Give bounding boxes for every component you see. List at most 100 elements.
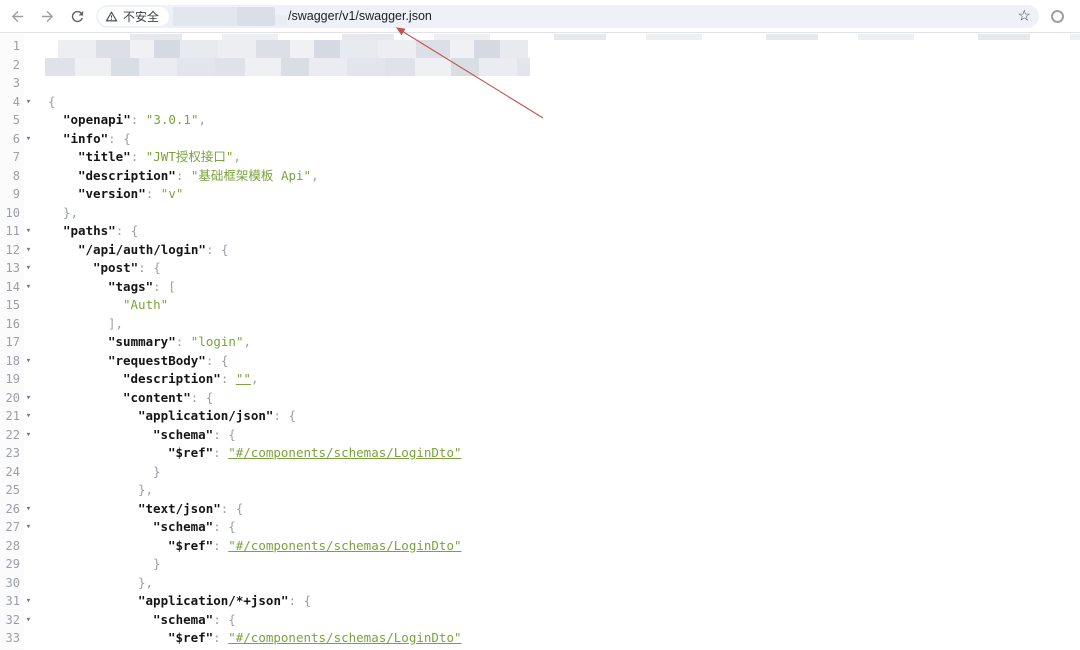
json-punct: : { <box>288 593 312 608</box>
json-line: 6 ▾ "info": { <box>0 130 1080 149</box>
collapse-arrow-icon[interactable]: ▾ <box>20 241 37 260</box>
code-text: "version": "v" <box>37 185 1080 204</box>
security-label: 不安全 <box>123 9 160 24</box>
json-punct: , <box>311 167 319 183</box>
json-punct: : <box>213 445 229 460</box>
json-key: "application/*+json" <box>138 593 289 608</box>
json-line: 11 ▾ "paths": { <box>0 222 1080 241</box>
collapse-arrow-icon[interactable]: ▾ <box>20 93 37 112</box>
json-line: 28 "$ref": "#/components/schemas/LoginDto… <box>0 537 1080 556</box>
gutter-spacer <box>20 74 37 93</box>
json-key: "content" <box>123 389 191 405</box>
json-link[interactable]: "#/components/schemas/LoginDto" <box>228 445 461 460</box>
line-number: 23 <box>5 446 20 460</box>
code-text: "$ref": "#/components/schemas/LoginDto" <box>37 629 1080 648</box>
code-text: { <box>37 93 1080 112</box>
line-number: 12 <box>5 242 20 257</box>
json-line: 27 ▾ "schema": { <box>0 518 1080 537</box>
json-punct: : { <box>108 130 131 146</box>
json-key: "openapi" <box>63 112 131 127</box>
forward-button[interactable] <box>34 3 60 29</box>
json-link[interactable]: "#/components/schemas/LoginDto" <box>228 538 461 553</box>
code-text: "content": { <box>37 389 1080 408</box>
json-key: "$ref" <box>168 630 214 645</box>
collapse-arrow-icon[interactable]: ▾ <box>20 426 37 445</box>
collapse-arrow-icon[interactable]: ▾ <box>20 518 37 537</box>
gutter-spacer <box>20 537 37 556</box>
json-punct: , <box>243 334 252 349</box>
json-line: 24} <box>0 463 1080 482</box>
json-string: "JWT授权接口" <box>145 149 234 164</box>
collapse-arrow-icon[interactable]: ▾ <box>20 611 37 630</box>
code-text: "/api/auth/login": { <box>37 241 1080 260</box>
warning-triangle-icon <box>105 10 118 21</box>
collapse-arrow-icon[interactable]: ▾ <box>20 259 37 278</box>
collapse-arrow-icon[interactable]: ▾ <box>20 222 37 241</box>
code-text: "schema": { <box>37 611 1080 630</box>
address-bar[interactable]: 不安全 /swagger/v1/swagger.json ☆ <box>96 4 1039 28</box>
json-key: "schema" <box>153 519 214 534</box>
json-punct: : { <box>220 500 244 516</box>
collapse-arrow-icon[interactable]: ▾ <box>20 407 37 426</box>
json-punct: , <box>198 112 207 127</box>
json-line: 4 ▾ { <box>0 93 1080 112</box>
line-number: 31 <box>5 594 20 608</box>
code-text: "paths": { <box>37 222 1080 241</box>
json-key: "summary" <box>108 334 176 349</box>
json-line: 29} <box>0 555 1080 574</box>
profile-avatar[interactable] <box>1051 9 1064 23</box>
line-number: 6 <box>12 131 20 146</box>
json-punct: : { <box>213 519 236 534</box>
security-badge[interactable]: 不安全 <box>98 6 170 26</box>
json-punct: , <box>233 149 241 164</box>
json-line: 14 ▾ "tags": [ <box>0 278 1080 297</box>
collapse-arrow-icon[interactable]: ▾ <box>20 592 37 611</box>
line-number: 10 <box>5 205 20 220</box>
json-punct: : { <box>115 223 139 238</box>
collapse-arrow-icon[interactable]: ▾ <box>20 278 37 297</box>
json-punct: }, <box>63 204 79 220</box>
json-line: 19 "description": "", <box>0 370 1080 389</box>
json-punct: : { <box>273 408 297 423</box>
json-line: 9 "version": "v" <box>0 185 1080 204</box>
json-line: 25}, <box>0 481 1080 500</box>
back-arrow-icon <box>11 10 23 22</box>
gutter-spacer <box>20 56 37 75</box>
collapse-arrow-icon[interactable]: ▾ <box>20 500 37 519</box>
line-number: 20 <box>5 390 20 405</box>
code-text: "$ref": "#/components/schemas/LoginDto" <box>37 537 1080 556</box>
json-line: 26 ▾ "text/json": { <box>0 500 1080 519</box>
line-number: 4 <box>12 94 20 109</box>
gutter-spacer <box>20 296 37 315</box>
line-number: 3 <box>12 76 20 90</box>
json-link[interactable]: "" <box>236 371 251 386</box>
back-button[interactable] <box>4 3 30 29</box>
collapse-arrow-icon[interactable]: ▾ <box>20 352 37 371</box>
json-punct: : { <box>213 426 236 442</box>
json-line: 7 "title": "JWT授权接口", <box>0 148 1080 167</box>
json-key: "application/json" <box>138 408 274 423</box>
code-text: "application/json": { <box>37 407 1080 426</box>
code-text: "text/json": { <box>37 500 1080 519</box>
collapse-arrow-icon[interactable]: ▾ <box>20 130 37 149</box>
code-text: }, <box>37 481 1080 500</box>
code-text: "application/*+json": { <box>37 592 1080 611</box>
json-line: 20 ▾ "content": { <box>0 389 1080 408</box>
collapse-arrow-icon[interactable]: ▾ <box>20 389 37 408</box>
json-link[interactable]: "#/components/schemas/LoginDto" <box>228 630 461 645</box>
json-line: 13 ▾ "post": { <box>0 259 1080 278</box>
json-string: "v" <box>160 186 184 201</box>
reload-button[interactable] <box>64 3 90 29</box>
line-number: 16 <box>5 316 20 331</box>
json-string: "基础框架模板 Api" <box>190 167 312 183</box>
json-line: 15 "Auth" <box>0 296 1080 315</box>
bookmark-star-icon[interactable]: ☆ <box>1018 9 1031 24</box>
redacted-block <box>237 6 276 26</box>
json-line: 2 <box>0 56 1080 75</box>
json-punct: : <box>130 149 146 164</box>
json-punct: : { <box>213 611 236 627</box>
line-number: 19 <box>5 372 20 386</box>
line-number: 22 <box>5 427 20 442</box>
